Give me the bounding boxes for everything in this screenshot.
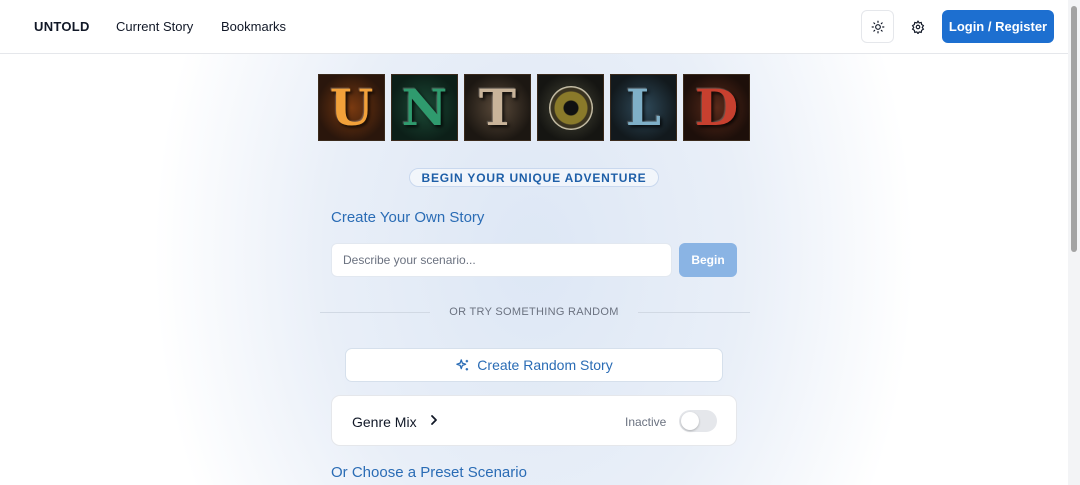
toggle-knob xyxy=(681,412,699,430)
create-random-story-button[interactable]: Create Random Story xyxy=(345,348,723,382)
chevron-right-icon[interactable] xyxy=(428,413,440,427)
scrollbar-thumb[interactable] xyxy=(1071,6,1077,252)
create-story-heading: Create Your Own Story xyxy=(331,209,485,226)
logo-tile-t: T xyxy=(464,74,531,141)
gear-icon xyxy=(911,19,924,34)
nav-link-current-story[interactable]: Current Story xyxy=(116,19,193,34)
page-scrollbar[interactable] xyxy=(1068,0,1080,485)
eye-icon xyxy=(548,85,593,130)
begin-button[interactable]: Begin xyxy=(679,243,737,277)
genre-mix-card: Genre Mix Inactive xyxy=(331,395,737,446)
nav-link-bookmarks[interactable]: Bookmarks xyxy=(221,19,286,34)
logo-tile-o-eye xyxy=(537,74,604,141)
genre-mix-label: Genre Mix xyxy=(352,414,417,430)
divider-text: OR TRY SOMETHING RANDOM xyxy=(449,306,619,318)
logo-tile-n: N xyxy=(391,74,458,141)
preset-scenario-heading: Or Choose a Preset Scenario xyxy=(331,464,527,481)
logo-tile-u: U xyxy=(318,74,385,141)
main-content: U N T L D BEGIN YOUR UNIQUE ADVENTURE Cr… xyxy=(0,54,1068,485)
login-register-button[interactable]: Login / Register xyxy=(942,10,1054,43)
divider-line-left xyxy=(320,312,430,313)
settings-button[interactable] xyxy=(901,10,934,43)
top-navbar: UNTOLD Current Story Bookmarks Login / R… xyxy=(0,0,1068,54)
theme-toggle-button[interactable] xyxy=(861,10,894,43)
brand-logo-text[interactable]: UNTOLD xyxy=(34,19,90,34)
logo-tile-d: D xyxy=(683,74,750,141)
untold-logo: U N T L D xyxy=(318,74,750,141)
scenario-input[interactable] xyxy=(331,243,672,277)
genre-mix-toggle[interactable] xyxy=(679,410,717,432)
divider-line-right xyxy=(638,312,750,313)
tagline-badge: BEGIN YOUR UNIQUE ADVENTURE xyxy=(409,168,659,187)
create-random-story-label: Create Random Story xyxy=(477,357,613,373)
genre-mix-status: Inactive xyxy=(625,415,667,429)
sun-icon xyxy=(871,20,884,33)
logo-tile-l: L xyxy=(610,74,677,141)
sparkles-icon xyxy=(456,358,469,370)
